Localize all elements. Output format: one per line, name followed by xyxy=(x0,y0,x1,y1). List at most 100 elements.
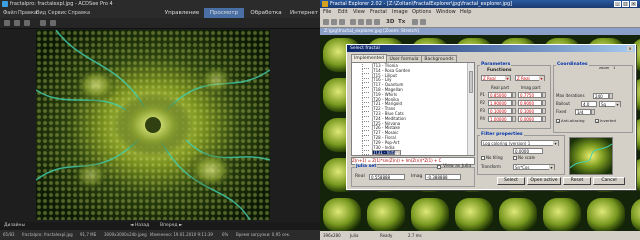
reset-button[interactable]: Reset xyxy=(563,177,591,185)
scrollbar-thumb[interactable] xyxy=(469,71,473,93)
param-imag-spinner[interactable] xyxy=(542,108,546,114)
image-viewer[interactable] xyxy=(36,30,270,220)
no-scale-checkbox[interactable] xyxy=(513,156,517,160)
transform-select[interactable]: Sn*Cos xyxy=(513,164,555,170)
zoom-in-icon[interactable] xyxy=(350,19,356,25)
param-real-spinner[interactable] xyxy=(512,92,516,98)
param-imag-input[interactable]: 0.0000 xyxy=(518,116,542,122)
render-icon[interactable] xyxy=(374,19,380,25)
open-active-button[interactable]: Open active xyxy=(527,177,561,185)
filter-value-input[interactable]: 0.0000 xyxy=(513,148,543,154)
next-button[interactable]: Вперед ► xyxy=(160,222,182,230)
menu-help[interactable]: Справка xyxy=(68,8,90,18)
back-icon[interactable] xyxy=(14,20,20,26)
minimize-button[interactable]: _ xyxy=(614,1,621,7)
maximize-button[interactable]: □ xyxy=(622,1,629,7)
menu-image[interactable]: Image xyxy=(392,8,408,17)
param-label: P2 xyxy=(480,100,485,105)
bailout-type-select[interactable]: Sq xyxy=(599,101,621,107)
new-icon[interactable] xyxy=(323,19,329,25)
document-title-bar: Z:\jpg\fractal_explorer.jpg [Zoom: Stret… xyxy=(320,28,640,35)
param-real-input[interactable]: 1.00000 xyxy=(488,116,512,122)
forward-icon[interactable] xyxy=(24,20,30,26)
prev-button[interactable]: ◄ Назад xyxy=(130,222,149,230)
close-button[interactable]: × xyxy=(630,1,637,7)
anti-aliasing-checkbox[interactable]: ✓ xyxy=(556,119,560,124)
function-2-select[interactable]: Z Real xyxy=(515,75,545,81)
menu-window[interactable]: Window xyxy=(436,8,456,17)
function-1-select[interactable]: Z Real xyxy=(481,75,511,81)
julia-imag-input[interactable]: -0.388888 xyxy=(425,174,461,180)
preview-image xyxy=(570,138,612,174)
param-real-input[interactable]: 0.85000 xyxy=(488,92,512,98)
fe-menu-bar: File Edit View Fractal Image Options Win… xyxy=(320,8,640,17)
julia-real-input[interactable]: 0.558888 xyxy=(369,174,405,180)
window-title: Fractal Explorer 2.02 - [Z:\Zoltan\Fract… xyxy=(330,1,513,7)
param-real-spinner[interactable] xyxy=(512,116,516,122)
inverted-checkbox[interactable]: ✓ xyxy=(595,119,599,124)
param-imag-input[interactable]: 0.7750 xyxy=(518,92,542,98)
param-imag-input[interactable]: 0.1000 xyxy=(518,108,542,114)
fractal-list[interactable]: JT13 - Trionia JT14 - Rosa Garden JT15 - L… xyxy=(351,62,475,156)
save-icon[interactable] xyxy=(339,19,345,25)
mode-manage[interactable]: Управление xyxy=(162,8,202,18)
inverted-label: Inverted xyxy=(600,118,616,123)
list-scrollbar[interactable] xyxy=(467,63,474,155)
param-label: P1 xyxy=(480,92,485,97)
status-time: 2.7 ms xyxy=(408,233,422,238)
view-as-julia-checkbox[interactable] xyxy=(437,165,441,169)
mode-develop[interactable]: Обработка xyxy=(246,8,286,18)
dialog-title-bar: Select fractal × xyxy=(347,45,635,52)
max-iterations-input[interactable]: 240 xyxy=(593,93,609,99)
fractal-list-item[interactable]: JT31 - Virtual xyxy=(372,150,401,155)
menu-view[interactable]: View xyxy=(353,8,365,17)
filter-type-select[interactable]: Log coloring (version) 1 xyxy=(481,140,559,146)
zoom-out-icon[interactable] xyxy=(358,19,364,25)
viewer-nav-bar: Дизайны ◄ Назад Вперед ► xyxy=(0,222,320,230)
param-imag-spinner[interactable] xyxy=(542,100,546,106)
param-real-input[interactable]: 0.10000 xyxy=(488,108,512,114)
help-icon[interactable] xyxy=(420,19,426,25)
param-imag-input[interactable]: 0.9000 xyxy=(518,100,542,106)
menu-help[interactable]: Help xyxy=(460,8,471,17)
settings-icon[interactable] xyxy=(412,19,418,25)
mode-view[interactable]: Просмотр xyxy=(204,8,244,18)
acdsee-title-bar: fractalpro: fractalexpl.jpg - ACDSee Pro… xyxy=(0,0,320,8)
fixed-input[interactable]: 3/4 xyxy=(575,109,591,115)
menu-tools[interactable]: Сервис xyxy=(48,8,67,18)
menu-view[interactable]: Вид xyxy=(36,8,46,18)
no-tiling-checkbox[interactable] xyxy=(481,156,485,160)
param-label: P4 xyxy=(480,116,485,121)
menu-file[interactable]: Файл xyxy=(3,8,17,18)
home-icon[interactable] xyxy=(4,20,10,26)
texture-button[interactable]: Tx xyxy=(398,17,405,27)
param-real-input[interactable]: 1.90000 xyxy=(488,100,512,106)
window-title: fractalpro: fractalexpl.jpg - ACDSee Pro… xyxy=(10,1,113,7)
dialog-close-button[interactable]: × xyxy=(627,46,633,51)
view-as-julia-label: View as Julia xyxy=(443,164,472,169)
param-real-spinner[interactable] xyxy=(512,108,516,114)
imag-part-header: Imag part xyxy=(521,85,541,90)
bailout-input[interactable]: 4.0 xyxy=(581,101,597,107)
parameters-header: Parameters xyxy=(480,62,512,67)
param-imag-spinner[interactable] xyxy=(542,92,546,98)
param-imag-spinner[interactable] xyxy=(542,116,546,122)
menu-file[interactable]: File xyxy=(323,8,331,17)
palette-icon[interactable] xyxy=(366,19,372,25)
rotate-right-icon[interactable] xyxy=(50,20,56,26)
mode-online[interactable]: Интернет xyxy=(288,8,320,18)
max-iterations-spinner[interactable] xyxy=(609,93,613,99)
fixed-spinner[interactable] xyxy=(591,109,595,115)
param-real-spinner[interactable] xyxy=(512,100,516,106)
3d-button[interactable]: 3D xyxy=(386,17,394,27)
tree-line xyxy=(362,150,369,155)
julia-imag-label: Imag xyxy=(411,174,423,179)
open-icon[interactable] xyxy=(331,19,337,25)
rotate-left-icon[interactable] xyxy=(40,20,46,26)
menu-fractal[interactable]: Fractal xyxy=(370,8,387,17)
menu-edit[interactable]: Edit xyxy=(338,8,348,17)
menu-edit[interactable]: Правка xyxy=(18,8,37,18)
select-button[interactable]: Select xyxy=(497,177,525,185)
menu-options[interactable]: Options xyxy=(412,8,431,17)
cancel-button[interactable]: Cancel xyxy=(593,177,625,185)
